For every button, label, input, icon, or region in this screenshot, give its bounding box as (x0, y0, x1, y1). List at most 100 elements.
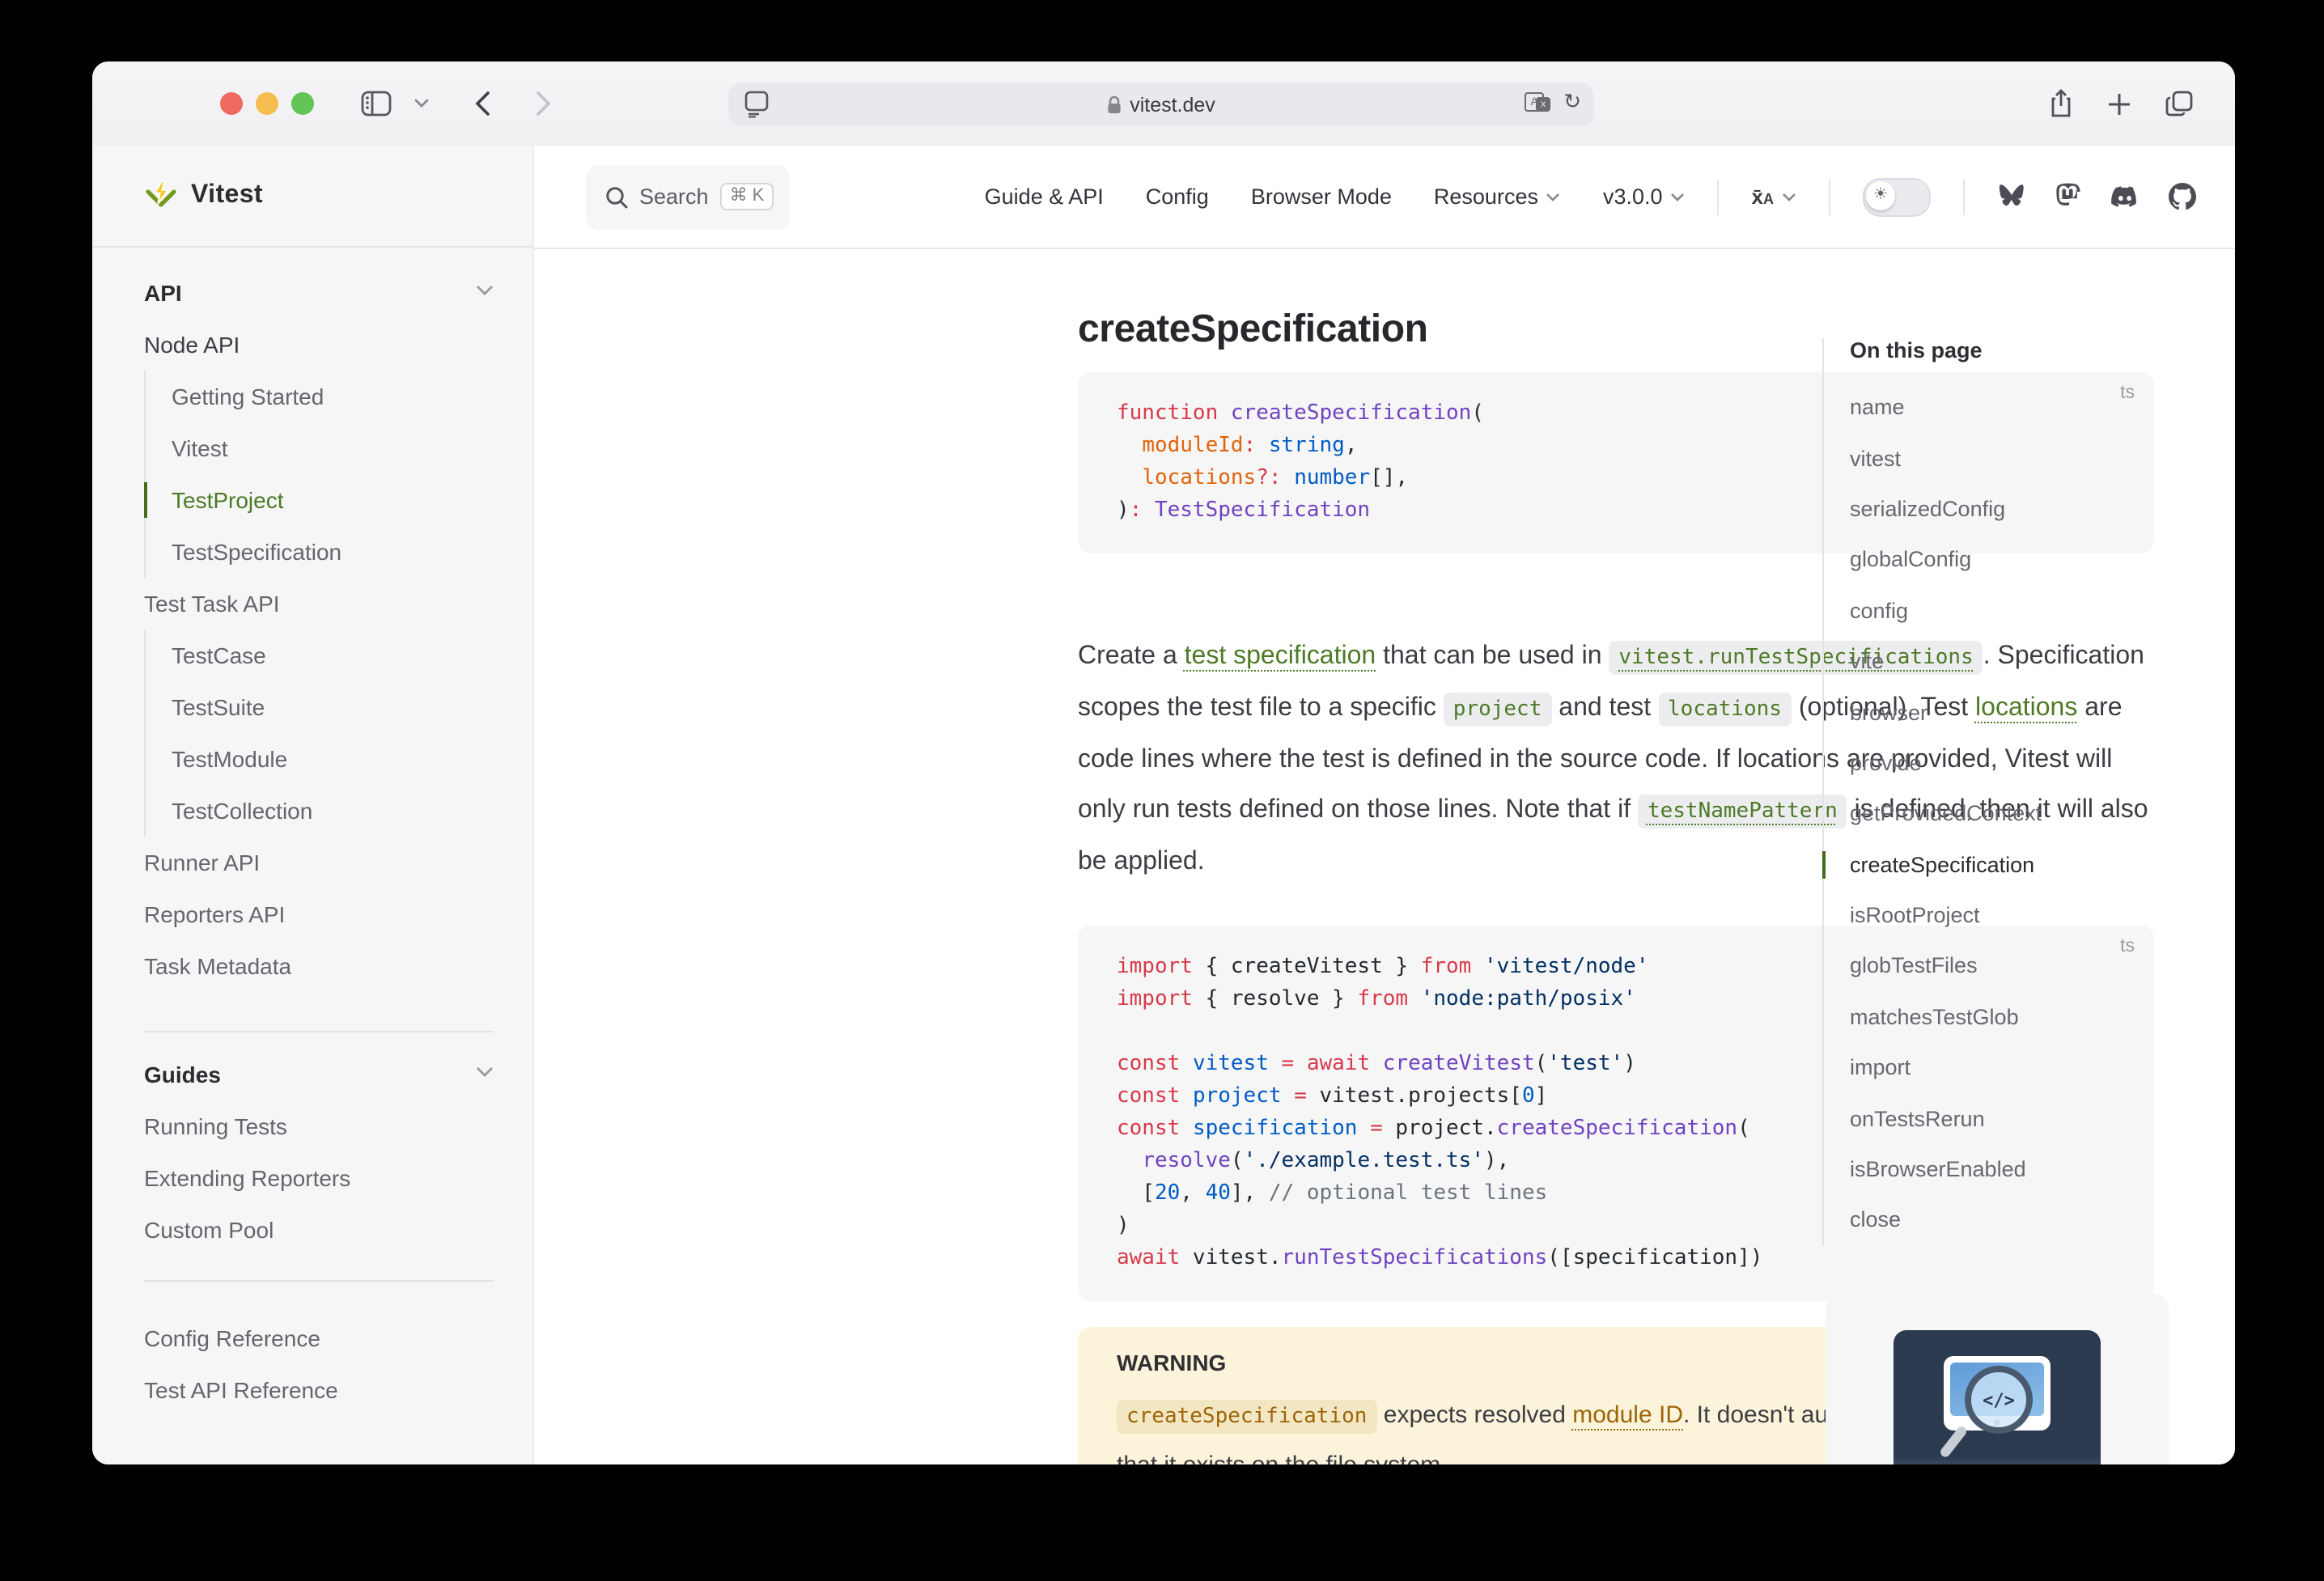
sidebar-item-reporters-api[interactable]: Reporters API (92, 888, 532, 940)
nav-link-config[interactable]: Config (1146, 184, 1209, 209)
toc-item-serializedconfig[interactable]: serializedConfig (1850, 484, 2195, 535)
nav-link-browser-mode[interactable]: Browser Mode (1251, 184, 1392, 209)
nav-divider (1829, 179, 1830, 214)
chevron-down-icon[interactable] (400, 84, 442, 123)
toc-item-browser[interactable]: browser (1850, 687, 2195, 738)
browser-chrome: vitest.dev Ax ↻ (92, 61, 2235, 147)
minimize-button[interactable] (256, 92, 278, 115)
inline-link-test-specification[interactable]: test specification (1185, 642, 1376, 670)
sidebar: Vitest APINode APIGetting StartedVitestT… (92, 146, 534, 1464)
sun-icon: ☀ (1866, 180, 1895, 210)
sidebar-item-testproject[interactable]: TestProject (146, 474, 532, 526)
toc-item-globalconfig[interactable]: globalConfig (1850, 534, 2195, 585)
sidebar-item-getting-started[interactable]: Getting Started (146, 371, 532, 422)
toc-title: On this page (1850, 338, 2195, 362)
forward-icon[interactable] (523, 84, 565, 123)
sidebar-item-test-task-api[interactable]: Test Task API (92, 578, 532, 629)
screenshot-stage: vitest.dev Ax ↻ (0, 0, 2324, 1581)
toc-item-import[interactable]: import (1850, 1042, 2195, 1093)
address-bar[interactable]: vitest.dev Ax ↻ (728, 83, 1594, 126)
github-icon[interactable] (2169, 183, 2196, 210)
browser-window: vitest.dev Ax ↻ (92, 61, 2235, 1464)
sidebar-item-extending-reporters[interactable]: Extending Reporters (92, 1152, 532, 1204)
toc-item-globtestfiles[interactable]: globTestFiles (1850, 941, 2195, 992)
sidebar-item-testspecification[interactable]: TestSpecification (146, 526, 532, 578)
search-icon (605, 185, 628, 208)
sidebar-item-testcollection[interactable]: TestCollection (146, 785, 532, 837)
sidebar-item-custom-pool[interactable]: Custom Pool (92, 1204, 532, 1256)
toc-item-createspecification[interactable]: createSpecification (1850, 839, 2195, 890)
toc-item-getprovidedcontext[interactable]: getProvidedContext (1850, 788, 2195, 839)
sidebar-group: Getting StartedVitestTestProjectTestSpec… (144, 371, 532, 578)
sidebar-section-guides[interactable]: Guides (92, 1049, 532, 1100)
sidebar-section-api[interactable]: API (92, 267, 532, 319)
lock-icon (1107, 95, 1122, 114)
toc-item-provide[interactable]: provide (1850, 737, 2195, 788)
sidebar-item-running-tests[interactable]: Running Tests (92, 1100, 532, 1152)
sidebar-divider (144, 1280, 494, 1282)
translate-icon[interactable]: Ax (1525, 89, 1550, 112)
nav-dropdown-v3-0-0[interactable]: v3.0.0 (1603, 184, 1686, 209)
share-icon[interactable] (2039, 84, 2081, 123)
inline-code: locations (1658, 693, 1792, 727)
search-kbd: ⌘ K (720, 183, 774, 210)
toc-item-ontestsrerun[interactable]: onTestsRerun (1850, 1093, 2195, 1144)
theme-toggle[interactable]: ☀ (1863, 177, 1931, 216)
sidebar-group: TestCaseTestSuiteTestModuleTestCollectio… (144, 629, 532, 837)
url-text: vitest.dev (1130, 93, 1215, 116)
toc-item-name[interactable]: name (1850, 382, 2195, 433)
traffic-lights (220, 92, 314, 115)
nav-dropdown-resources[interactable]: Resources (1434, 184, 1561, 209)
new-tab-icon[interactable] (2097, 84, 2140, 123)
sidebar-item-testsuite[interactable]: TestSuite (146, 681, 532, 733)
on-this-page: On this page namevitestserializedConfigg… (1822, 338, 2195, 1245)
reload-icon[interactable]: ↻ (1563, 90, 1581, 111)
chevron-down-icon (476, 285, 494, 296)
toc-item-vite[interactable]: vite (1850, 636, 2195, 687)
close-button[interactable] (220, 92, 243, 115)
discord-icon[interactable] (2110, 185, 2140, 208)
text-run: that can be used in (1376, 642, 1609, 670)
search-input[interactable]: Search ⌘ K (586, 164, 790, 229)
inline-link-module-id[interactable]: module ID (1572, 1401, 1683, 1429)
sidebar-item-vitest[interactable]: Vitest (146, 422, 532, 474)
sidebar-item-node-api[interactable]: Node API (92, 319, 532, 371)
text-run: expects resolved (1376, 1401, 1572, 1429)
search-label: Search (639, 184, 709, 209)
nav-divider (1718, 179, 1720, 214)
nav-link-guide-api[interactable]: Guide & API (985, 184, 1104, 209)
tab-overview-icon[interactable] (2157, 84, 2199, 123)
ad-card[interactable]: </> (1826, 1295, 2169, 1464)
text-run: and test (1551, 694, 1658, 722)
mastodon-icon[interactable] (2055, 183, 2081, 210)
site-nav: Search ⌘ K Guide & API Config Browser Mode… (534, 146, 2235, 249)
toc-item-isrootproject[interactable]: isRootProject (1850, 890, 2195, 941)
text-run: Create a (1078, 642, 1185, 670)
sidebar-item-task-metadata[interactable]: Task Metadata (92, 940, 532, 992)
toc-item-matchestestglob[interactable]: matchesTestGlob (1850, 991, 2195, 1042)
toc-item-vitest[interactable]: vitest (1850, 433, 2195, 484)
toc-item-isbrowserenabled[interactable]: isBrowserEnabled (1850, 1144, 2195, 1195)
toc-item-config[interactable]: config (1850, 585, 2195, 636)
language-menu[interactable]: x̄A (1752, 184, 1796, 209)
inline-code: createSpecification (1117, 1400, 1376, 1434)
inline-code-link-testnamepattern[interactable]: testNamePattern (1638, 795, 1847, 829)
toc-item-close[interactable]: close (1850, 1195, 2195, 1246)
main-area: Search ⌘ K Guide & API Config Browser Mode… (534, 146, 2235, 1464)
inline-code: project (1444, 693, 1552, 727)
sidebar-item-testmodule[interactable]: TestModule (146, 733, 532, 785)
sidebar-item-runner-api[interactable]: Runner API (92, 837, 532, 888)
sidebar-toggle-icon[interactable] (354, 84, 397, 123)
vitest-logo-icon (144, 180, 178, 212)
sidebar-nav: APINode APIGetting StartedVitestTestProj… (92, 248, 532, 1416)
sidebar-item-test-api-reference[interactable]: Test API Reference (92, 1364, 532, 1416)
zoom-button[interactable] (291, 92, 314, 115)
magnifier-code-icon: </> (1965, 1366, 2033, 1434)
nav-divider (1963, 179, 1965, 214)
sidebar-item-testcase[interactable]: TestCase (146, 629, 532, 681)
back-icon[interactable] (461, 84, 503, 123)
bluesky-icon[interactable] (1997, 184, 2026, 210)
translate-icon: x̄A (1752, 184, 1774, 209)
sidebar-item-config-reference[interactable]: Config Reference (92, 1312, 532, 1364)
site-logo-row[interactable]: Vitest (92, 146, 532, 248)
